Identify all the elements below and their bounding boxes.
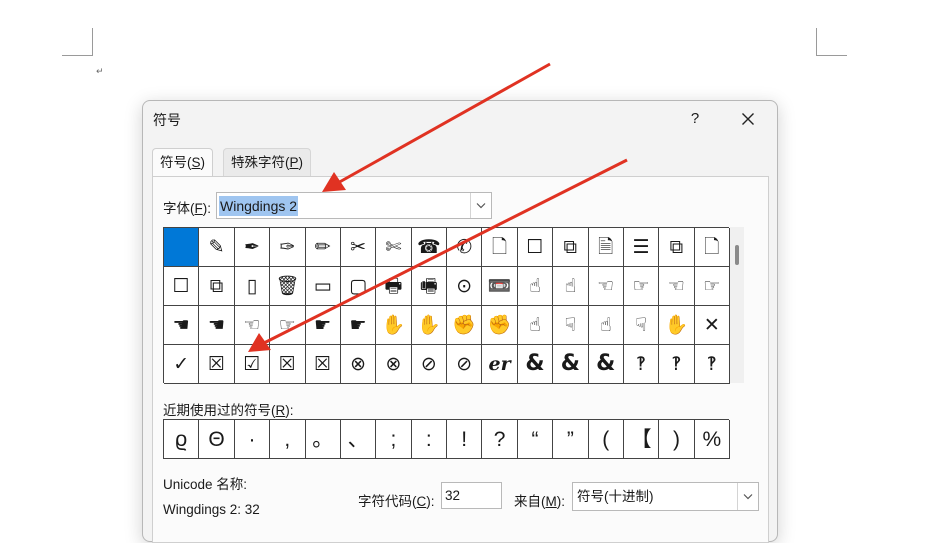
annotation-arrows bbox=[248, 62, 628, 352]
annotation-arrow-checkbox bbox=[248, 158, 628, 352]
annotation-arrow-font bbox=[322, 62, 551, 192]
